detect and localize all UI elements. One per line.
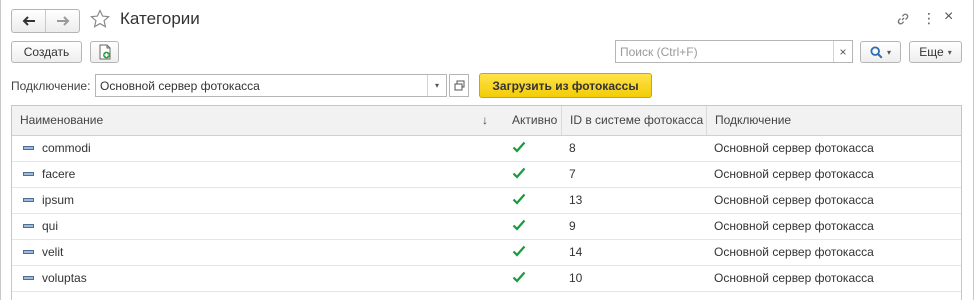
list-item-icon <box>23 172 34 176</box>
table-row[interactable]: velit 14 Основной сервер фотокасса <box>12 240 961 266</box>
connection-select[interactable]: Основной сервер фотокасса ▾ <box>95 74 447 97</box>
search-icon <box>870 45 883 59</box>
page-title: Категории <box>120 9 200 28</box>
create-button-label: Создать <box>23 45 70 59</box>
clear-search-icon[interactable]: × <box>833 41 852 62</box>
cell-name: facere <box>42 167 76 181</box>
more-button[interactable]: Еще ▾ <box>909 41 962 63</box>
checkmark-icon <box>512 271 526 283</box>
open-connection-button[interactable] <box>449 74 469 97</box>
connection-value: Основной сервер фотокасса <box>100 79 260 93</box>
checkmark-icon <box>512 167 526 179</box>
forward-button[interactable] <box>45 10 79 32</box>
cell-connection: Основной сервер фотокасса <box>714 219 874 233</box>
search-input[interactable] <box>616 41 842 62</box>
cell-id: 14 <box>569 245 583 259</box>
back-button[interactable] <box>12 10 45 32</box>
cell-id: 7 <box>569 167 576 181</box>
chevron-down-icon: ▾ <box>947 47 952 57</box>
categories-table: Наименование ↓ Активно ID в системе фото… <box>11 105 962 300</box>
chevron-down-icon: ▾ <box>886 47 891 57</box>
column-header-connection[interactable]: Подключение <box>706 106 961 135</box>
link-icon[interactable] <box>895 11 911 27</box>
cell-name: commodi <box>42 141 91 155</box>
column-header-id[interactable]: ID в системе фотокасса <box>561 106 706 135</box>
column-header-name[interactable]: Наименование <box>12 106 504 135</box>
title-bar: Категории ⋮ × <box>11 7 961 33</box>
cell-name: voluptas <box>42 271 87 285</box>
checkmark-icon <box>512 141 526 153</box>
window-border-left <box>0 0 1 300</box>
arrow-right-icon <box>56 16 69 26</box>
table-row[interactable]: ipsum 13 Основной сервер фотокасса <box>12 188 961 214</box>
load-from-photokassa-button[interactable]: Загрузить из фотокассы <box>479 73 652 98</box>
star-icon[interactable] <box>90 9 110 29</box>
cell-id: 9 <box>569 219 576 233</box>
column-header-active[interactable]: Активно <box>504 106 561 135</box>
cell-name: velit <box>42 245 64 259</box>
connection-label: Подключение: <box>11 79 91 93</box>
checkmark-icon <box>512 193 526 205</box>
checkmark-icon <box>512 245 526 257</box>
copy-button[interactable] <box>90 41 119 63</box>
cell-connection: Основной сервер фотокасса <box>714 271 874 285</box>
cell-id: 13 <box>569 193 583 207</box>
navigation-buttons <box>11 9 80 33</box>
chevron-down-icon[interactable]: ▾ <box>427 75 446 96</box>
arrow-left-icon <box>22 16 35 26</box>
sort-descending-icon[interactable]: ↓ <box>482 106 488 135</box>
load-button-label: Загрузить из фотокассы <box>492 78 639 93</box>
cell-id: 10 <box>569 271 583 285</box>
cell-connection: Основной сервер фотокасса <box>714 167 874 181</box>
cell-connection: Основной сервер фотокасса <box>714 141 874 155</box>
search-field: × <box>615 40 853 63</box>
table-header: Наименование ↓ Активно ID в системе фото… <box>12 106 961 136</box>
more-button-label: Еще <box>919 45 944 59</box>
list-item-icon <box>23 276 34 280</box>
list-item-icon <box>23 146 34 150</box>
create-button[interactable]: Создать <box>11 41 82 63</box>
close-icon[interactable]: × <box>944 8 953 26</box>
more-vertical-icon[interactable]: ⋮ <box>922 10 936 26</box>
cell-name: qui <box>42 219 59 233</box>
open-form-icon <box>454 80 464 91</box>
checkmark-icon <box>512 219 526 231</box>
list-item-icon <box>23 198 34 202</box>
table-row[interactable]: qui 9 Основной сервер фотокасса <box>12 214 961 240</box>
list-item-icon <box>23 224 34 228</box>
cell-connection: Основной сервер фотокасса <box>714 193 874 207</box>
copy-document-icon <box>99 44 110 60</box>
cell-id: 8 <box>569 141 576 155</box>
table-row[interactable]: commodi 8 Основной сервер фотокасса <box>12 136 961 162</box>
table-row[interactable]: voluptas 10 Основной сервер фотокасса <box>12 266 961 292</box>
cell-name: ipsum <box>42 193 75 207</box>
cell-connection: Основной сервер фотокасса <box>714 245 874 259</box>
table-row[interactable]: facere 7 Основной сервер фотокасса <box>12 162 961 188</box>
list-item-icon <box>23 250 34 254</box>
search-button[interactable]: ▾ <box>860 41 901 63</box>
